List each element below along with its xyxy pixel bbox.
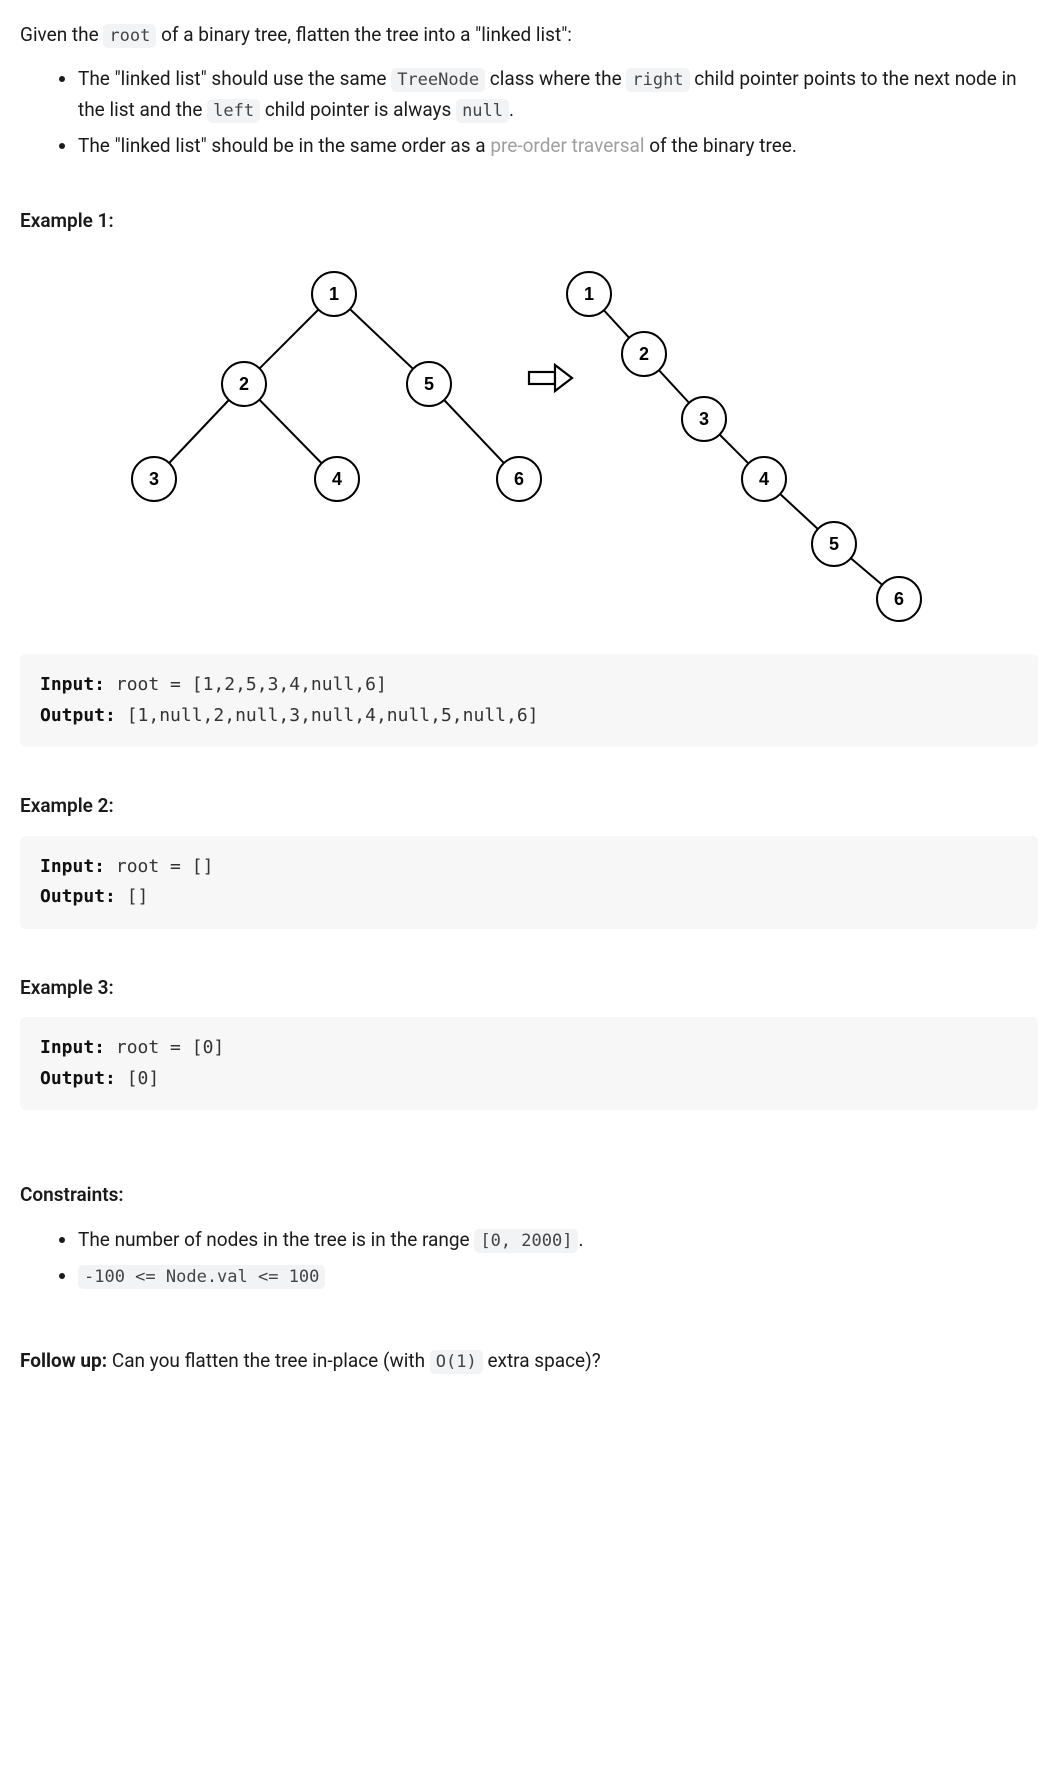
- example1-diagram: 1 2 5 3 4 6 1 2 3 4 5 6: [20, 254, 1038, 624]
- inline-code: null: [456, 99, 509, 123]
- ex3-input-val: root = [0]: [105, 1037, 224, 1058]
- svg-text:6: 6: [894, 589, 904, 609]
- followup-paragraph: Follow up: Can you flatten the tree in-p…: [20, 1346, 1038, 1376]
- intro-post: of a binary tree, flatten the tree into …: [156, 23, 572, 46]
- svg-text:6: 6: [514, 469, 524, 489]
- ex1-input-label: Input:: [40, 674, 105, 695]
- example2-block: Input: root = [] Output: []: [20, 836, 1038, 929]
- constraint-item: The number of nodes in the tree is in th…: [78, 1225, 1038, 1255]
- example1-heading: Example 1:: [20, 206, 1038, 236]
- intro-paragraph: Given the root of a binary tree, flatten…: [20, 20, 1038, 50]
- svg-text:5: 5: [829, 534, 839, 554]
- inline-code: -100 <= Node.val <= 100: [78, 1265, 325, 1289]
- example3-block: Input: root = [0] Output: [0]: [20, 1017, 1038, 1110]
- ex2-input-label: Input:: [40, 856, 105, 877]
- inline-code: TreeNode: [391, 68, 485, 92]
- rule-item: The "linked list" should use the same Tr…: [78, 64, 1038, 125]
- example3-heading: Example 3:: [20, 973, 1038, 1003]
- svg-text:1: 1: [584, 284, 594, 304]
- example1-block: Input: root = [1,2,5,3,4,null,6] Output:…: [20, 654, 1038, 747]
- followup-pre: Can you flatten the tree in-place (with: [107, 1349, 430, 1372]
- svg-text:5: 5: [424, 374, 434, 394]
- svg-text:4: 4: [759, 469, 769, 489]
- followup-label: Follow up:: [20, 1349, 107, 1372]
- inline-code: right: [626, 68, 689, 92]
- ex2-input-val: root = []: [105, 856, 213, 877]
- ex1-output-val: [1,null,2,null,3,null,4,null,5,null,6]: [116, 705, 539, 726]
- ex2-output-val: []: [116, 886, 149, 907]
- ex3-input-label: Input:: [40, 1037, 105, 1058]
- followup-post: extra space)?: [483, 1349, 601, 1372]
- ex3-output-val: [0]: [116, 1068, 159, 1089]
- constraint-item: -100 <= Node.val <= 100: [78, 1261, 1038, 1291]
- svg-text:3: 3: [699, 409, 709, 429]
- intro-pre: Given the: [20, 23, 103, 46]
- ex2-output-label: Output:: [40, 886, 116, 907]
- ex1-output-label: Output:: [40, 705, 116, 726]
- ex1-input-val: root = [1,2,5,3,4,null,6]: [105, 674, 387, 695]
- preorder-link[interactable]: pre-order traversal: [490, 134, 644, 157]
- svg-text:1: 1: [329, 284, 339, 304]
- followup-code: O(1): [430, 1350, 483, 1374]
- svg-text:3: 3: [149, 469, 159, 489]
- constraints-heading: Constraints:: [20, 1180, 1038, 1210]
- svg-text:2: 2: [639, 344, 649, 364]
- tree-diagram-svg: 1 2 5 3 4 6 1 2 3 4 5 6: [124, 254, 934, 624]
- constraints-list: The number of nodes in the tree is in th…: [20, 1225, 1038, 1292]
- rules-list: The "linked list" should use the same Tr…: [20, 64, 1038, 161]
- code-root: root: [103, 24, 156, 48]
- svg-text:4: 4: [332, 469, 342, 489]
- arrow-icon: [529, 365, 572, 391]
- svg-text:2: 2: [239, 374, 249, 394]
- rule-item: The "linked list" should be in the same …: [78, 131, 1038, 161]
- inline-code: [0, 2000]: [474, 1229, 578, 1253]
- example2-heading: Example 2:: [20, 791, 1038, 821]
- ex3-output-label: Output:: [40, 1068, 116, 1089]
- inline-code: left: [207, 99, 260, 123]
